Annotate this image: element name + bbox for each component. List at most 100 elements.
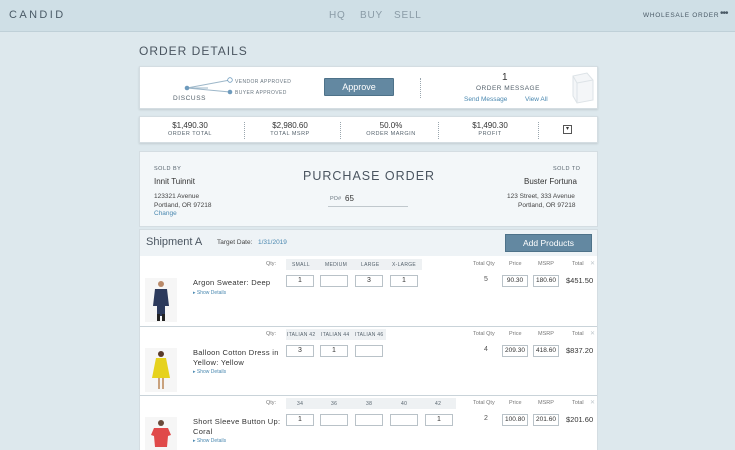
table-row: Qty: SMALL MEDIUM LARGE X-LARGE Total Qt… bbox=[140, 257, 597, 327]
nav-hq[interactable]: HQ bbox=[329, 10, 346, 21]
show-details-label: Show Details bbox=[196, 369, 227, 375]
qty-input[interactable] bbox=[320, 275, 348, 287]
qty-label: Qty: bbox=[266, 400, 277, 406]
col-total: Total bbox=[572, 331, 584, 337]
stat-value: $1,490.30 bbox=[472, 121, 508, 130]
page-title: ORDER DETAILS bbox=[139, 44, 248, 58]
po-underline bbox=[328, 206, 408, 207]
show-details-link[interactable]: ▸ Show Details bbox=[193, 290, 226, 296]
col-price: Price bbox=[509, 400, 522, 406]
product-name: Short Sleeve Button Up: Coral bbox=[193, 417, 280, 436]
product-name: Balloon Cotton Dress in Yellow: Yellow bbox=[193, 348, 279, 367]
send-message-link[interactable]: Send Message bbox=[464, 96, 507, 103]
total-qty: 5 bbox=[484, 276, 488, 283]
qty-input[interactable]: 3 bbox=[286, 345, 314, 357]
approve-button[interactable]: Approve bbox=[324, 78, 394, 96]
shipment-title: Shipment A bbox=[146, 236, 203, 248]
qty-input[interactable]: 1 bbox=[286, 414, 314, 426]
qty-label: Qty: bbox=[266, 261, 277, 267]
nav-buy[interactable]: BUY bbox=[360, 10, 383, 21]
sold-to-address-line2: Portland, OR 97218 bbox=[518, 202, 576, 209]
add-products-button[interactable]: Add Products bbox=[505, 234, 592, 252]
remove-item-icon[interactable]: ✕ bbox=[590, 399, 595, 406]
po-number-label: PO# bbox=[330, 196, 342, 202]
qty-input[interactable] bbox=[355, 345, 383, 357]
purchase-order-card: SOLD BY Innit Tuinnit 123321 Avenue Port… bbox=[139, 151, 598, 227]
nav-sell[interactable]: SELL bbox=[394, 10, 422, 21]
order-stats-card: $1,490.30 ORDER TOTAL $2,980.60 TOTAL MS… bbox=[139, 116, 598, 143]
qty-input[interactable]: 3 bbox=[355, 275, 383, 287]
col-price: Price bbox=[509, 261, 522, 267]
size-header: 38 bbox=[366, 401, 373, 407]
stat-label: TOTAL MSRP bbox=[270, 131, 310, 137]
expand-icon[interactable]: ▾ bbox=[563, 125, 572, 134]
msrp-input[interactable]: 201.60 bbox=[533, 414, 559, 426]
discuss-label: DISCUSS bbox=[173, 95, 207, 102]
sold-by-address-line2: Portland, OR 97218 bbox=[154, 202, 212, 209]
price-input[interactable]: 100.80 bbox=[502, 414, 528, 426]
po-number[interactable]: 65 bbox=[345, 194, 354, 203]
product-name-line1: Balloon Cotton Dress in bbox=[193, 348, 279, 357]
sold-by-name: Innit Tuinnit bbox=[154, 177, 195, 186]
change-link[interactable]: Change bbox=[154, 210, 177, 217]
target-date-value[interactable]: 1/31/2019 bbox=[258, 239, 287, 246]
qty-input[interactable] bbox=[320, 414, 348, 426]
msrp-input[interactable]: 418.60 bbox=[533, 345, 559, 357]
price-input[interactable]: 209.30 bbox=[502, 345, 528, 357]
line-total: $837.20 bbox=[566, 346, 594, 355]
show-details-link[interactable]: ▸ Show Details bbox=[193, 369, 226, 375]
product-name: Argon Sweater: Deep bbox=[193, 278, 271, 287]
product-name-line1: Short Sleeve Button Up: bbox=[193, 417, 281, 426]
qty-input[interactable] bbox=[390, 414, 418, 426]
sold-to-label: SOLD TO bbox=[553, 166, 581, 172]
purchase-order-title: PURCHASE ORDER bbox=[303, 169, 436, 183]
logo[interactable]: CANDID bbox=[9, 9, 66, 21]
size-header: LARGE bbox=[361, 262, 380, 268]
order-message-label: ORDER MESSAGE bbox=[476, 85, 540, 92]
col-price: Price bbox=[509, 331, 522, 337]
msrp-input[interactable]: 180.60 bbox=[533, 275, 559, 287]
size-header: ITALIAN 42 bbox=[287, 332, 316, 338]
col-msrp: MSRP bbox=[538, 400, 554, 406]
stat-value: 50.0% bbox=[379, 121, 403, 130]
price-input[interactable]: 90.30 bbox=[502, 275, 528, 287]
product-image-short-sleeve-shirt[interactable] bbox=[145, 417, 177, 450]
divider bbox=[244, 122, 246, 139]
col-msrp: MSRP bbox=[538, 331, 554, 337]
wholesale-order-label[interactable]: WHOLESALE ORDER bbox=[643, 12, 719, 19]
qty-input[interactable] bbox=[355, 414, 383, 426]
buyer-approved-label: BUYER APPROVED bbox=[235, 90, 287, 96]
approval-card: DISCUSS VENDOR APPROVED BUYER APPROVED A… bbox=[139, 66, 598, 109]
top-nav: CANDID HQ BUY SELL WHOLESALE ORDER ••• bbox=[0, 0, 735, 32]
sold-to-name: Buster Fortuna bbox=[524, 177, 577, 186]
sold-to-address-line1: 123 Street, 333 Avenue bbox=[507, 193, 575, 200]
stat-order-total: $1,490.30 ORDER TOTAL bbox=[155, 121, 225, 137]
col-total-qty: Total Qty bbox=[473, 261, 495, 267]
qty-input[interactable]: 1 bbox=[390, 275, 418, 287]
table-row: Qty: 34 36 38 40 42 Total Qty Price MSRP… bbox=[140, 395, 597, 450]
qty-input[interactable]: 1 bbox=[320, 345, 348, 357]
size-header: 42 bbox=[435, 401, 442, 407]
shipment-header: Shipment A Target Date: 1/31/2019 Add Pr… bbox=[140, 230, 597, 256]
product-image-argon-sweater[interactable] bbox=[145, 278, 177, 322]
remove-item-icon[interactable]: ✕ bbox=[590, 330, 595, 337]
size-header: MEDIUM bbox=[325, 262, 348, 268]
qty-input[interactable]: 1 bbox=[425, 414, 453, 426]
stat-value: $2,980.60 bbox=[272, 121, 308, 130]
table-row: Qty: ITALIAN 42 ITALIAN 44 ITALIAN 46 To… bbox=[140, 326, 597, 396]
line-total: $201.60 bbox=[566, 415, 594, 424]
product-image-balloon-dress[interactable] bbox=[145, 348, 177, 392]
stat-profit: $1,490.30 PROFIT bbox=[455, 121, 525, 137]
size-header: 40 bbox=[401, 401, 408, 407]
stat-order-margin: 50.0% ORDER MARGIN bbox=[356, 121, 426, 137]
view-all-link[interactable]: View All bbox=[525, 96, 548, 103]
qty-input[interactable]: 1 bbox=[286, 275, 314, 287]
show-details-link[interactable]: ▸ Show Details bbox=[193, 438, 226, 444]
size-header: X-LARGE bbox=[392, 262, 417, 268]
divider bbox=[340, 122, 342, 139]
col-total: Total bbox=[572, 400, 584, 406]
remove-item-icon[interactable]: ✕ bbox=[590, 260, 595, 267]
show-details-label: Show Details bbox=[196, 290, 227, 296]
more-icon[interactable]: ••• bbox=[720, 8, 728, 19]
size-header: 34 bbox=[297, 401, 304, 407]
